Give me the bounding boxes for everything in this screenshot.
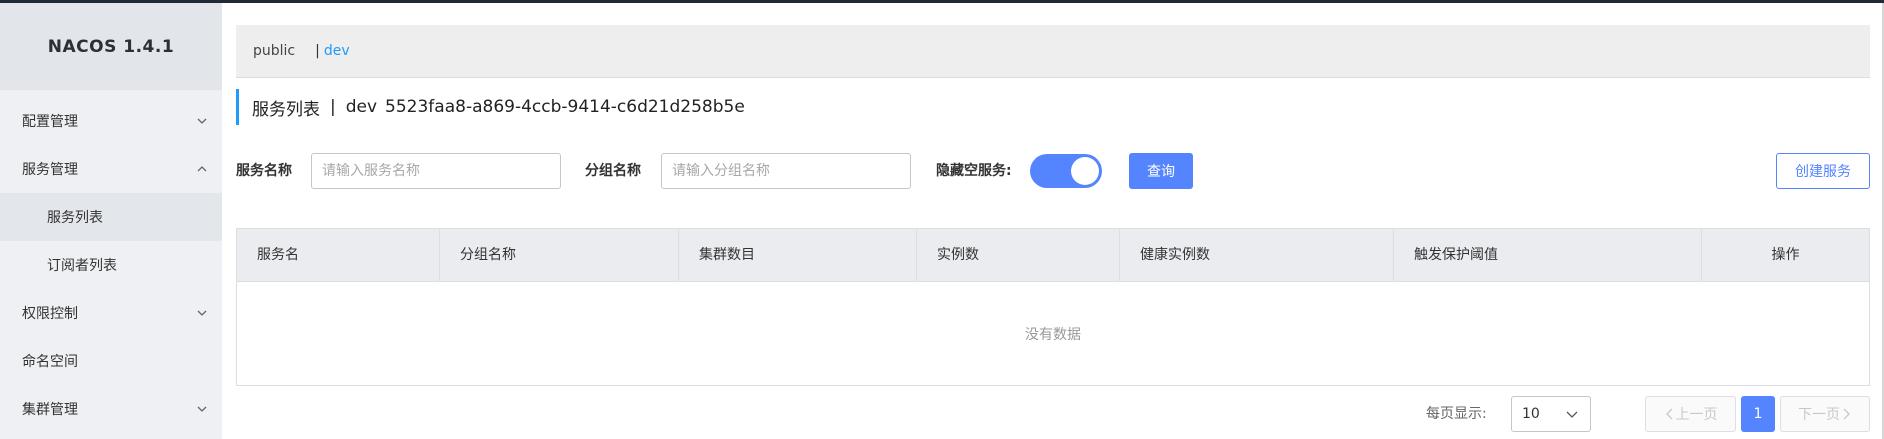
sidebar-item-label: 服务管理: [22, 162, 78, 178]
sidebar-item-config-management[interactable]: 配置管理: [0, 97, 222, 145]
chevron-down-icon: [194, 113, 210, 129]
prev-page-button[interactable]: 上一页: [1645, 396, 1736, 432]
sidebar-item-service-list[interactable]: 服务列表: [0, 193, 222, 241]
sidebar-item-service-management[interactable]: 服务管理: [0, 145, 222, 193]
page-size-select[interactable]: 10: [1511, 396, 1591, 432]
sidebar-item-label: 订阅者列表: [47, 258, 117, 274]
group-name-label: 分组名称: [585, 163, 641, 179]
sidebar-item-label: 配置管理: [22, 114, 78, 130]
column-header-cluster-count[interactable]: 集群数目: [679, 229, 917, 282]
query-button[interactable]: 查询: [1129, 153, 1193, 189]
current-page-button[interactable]: 1: [1741, 396, 1775, 432]
app-title: NACOS 1.4.1: [0, 3, 222, 90]
page-title-namespace: dev: [345, 97, 378, 117]
page-title-separator: |: [330, 97, 336, 117]
page-title-namespace-id: 5523faa8-a869-4ccb-9414-c6d21d258b5e: [385, 97, 745, 117]
pagination: 每页显示: 10 上一页 1 下一页: [236, 396, 1870, 432]
chevron-up-icon: [194, 161, 210, 177]
filter-bar: 服务名称 分组名称 隐藏空服务: 查询 创建服务: [236, 153, 1870, 189]
chevron-down-icon: [194, 305, 210, 321]
column-header-service-name[interactable]: 服务名: [237, 229, 440, 282]
column-header-instance-count[interactable]: 实例数: [917, 229, 1120, 282]
sidebar-item-access-control[interactable]: 权限控制: [0, 289, 222, 337]
group-name-input[interactable]: [661, 153, 911, 189]
sidebar: NACOS 1.4.1 配置管理 服务管理 服务列表 订阅者列表 权限控制 命名…: [0, 3, 222, 439]
service-name-label: 服务名称: [236, 163, 292, 179]
toggle-knob: [1071, 157, 1099, 185]
hide-empty-services-label: 隐藏空服务:: [936, 163, 1012, 179]
prev-page-label: 上一页: [1675, 407, 1718, 423]
chevron-left-icon: [1664, 408, 1676, 420]
table-header: 服务名 分组名称 集群数目 实例数 健康实例数 触发保护阈值 操作: [237, 229, 1869, 282]
page-size-value: 10: [1522, 406, 1540, 422]
sidebar-item-label: 权限控制: [22, 306, 78, 322]
page-title: 服务列表 | dev 5523faa8-a869-4ccb-9414-c6d21…: [236, 89, 745, 125]
create-service-button[interactable]: 创建服务: [1776, 153, 1870, 189]
namespace-separator: |: [315, 43, 320, 59]
page-size-label: 每页显示:: [1426, 406, 1487, 422]
namespace-dev-link[interactable]: dev: [324, 43, 350, 59]
table-empty-message: 没有数据: [1025, 327, 1081, 343]
hide-empty-services-toggle[interactable]: [1030, 154, 1102, 188]
column-header-protect-threshold[interactable]: 触发保护阈值: [1394, 229, 1702, 282]
column-header-actions: 操作: [1771, 247, 1800, 263]
main-content: public | dev 服务列表 | dev 5523faa8-a869-4c…: [236, 3, 1870, 439]
next-page-button[interactable]: 下一页: [1780, 396, 1870, 432]
sidebar-item-cluster-management[interactable]: 集群管理: [0, 385, 222, 433]
chevron-down-icon: [1564, 406, 1580, 422]
chevron-down-icon: [194, 401, 210, 417]
next-page-label: 下一页: [1798, 407, 1840, 423]
chevron-right-icon: [1840, 408, 1852, 420]
column-header-healthy-instance-count[interactable]: 健康实例数: [1120, 229, 1394, 282]
namespace-bar: public | dev: [236, 25, 1870, 78]
column-header-group-name[interactable]: 分组名称: [440, 229, 679, 282]
sidebar-item-label: 集群管理: [22, 402, 78, 418]
service-table: 服务名 分组名称 集群数目 实例数 健康实例数 触发保护阈值 操作 没有数据: [236, 228, 1870, 386]
sidebar-item-namespace[interactable]: 命名空间: [0, 337, 222, 385]
sidebar-item-label: 命名空间: [22, 354, 78, 370]
page-title-text: 服务列表: [252, 99, 320, 120]
sidebar-item-label: 服务列表: [47, 210, 103, 226]
sidebar-item-subscriber-list[interactable]: 订阅者列表: [0, 241, 222, 289]
namespace-public-link[interactable]: public: [253, 43, 295, 59]
service-name-input[interactable]: [311, 153, 561, 189]
